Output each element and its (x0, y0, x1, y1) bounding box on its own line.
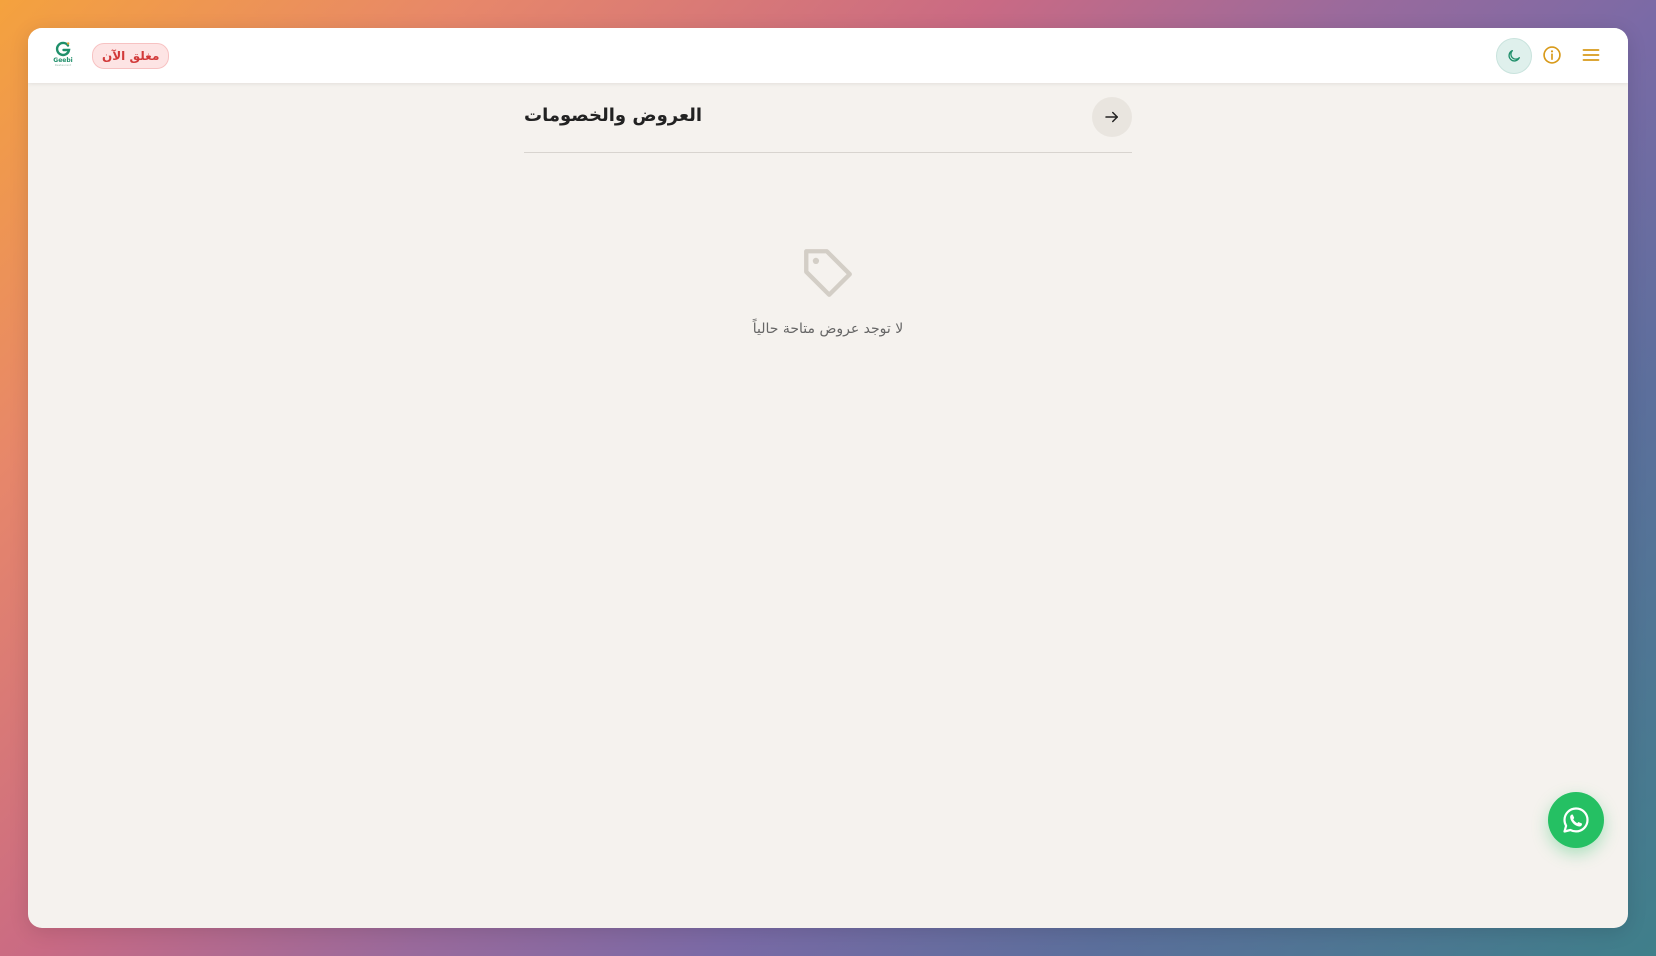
empty-state: لا توجد عروض متاحة حالياً (524, 243, 1132, 337)
hamburger-menu-icon (1582, 49, 1600, 61)
store-status-badge: مغلق الآن (92, 43, 170, 69)
page-header: العروض والخصومات (524, 83, 1132, 153)
info-icon (1543, 46, 1561, 64)
back-button[interactable] (1092, 97, 1132, 137)
info-button[interactable] (1541, 44, 1563, 66)
brand-logo[interactable]: Geebi Restaurant (52, 41, 74, 69)
page-title: العروض والخصومات (524, 105, 703, 126)
app-window: Geebi Restaurant مغلق الآن العروض والخصو… (28, 28, 1628, 928)
top-bar: Geebi Restaurant مغلق الآن (28, 28, 1628, 83)
whatsapp-icon (1563, 807, 1589, 833)
arrow-right-icon (1105, 111, 1118, 123)
tag-icon (798, 243, 858, 303)
theme-toggle-button[interactable] (1496, 38, 1532, 74)
menu-button[interactable] (1580, 44, 1602, 66)
whatsapp-button[interactable] (1548, 792, 1604, 848)
offers-page-content: العروض والخصومات لا توجد عروض متاحة حالي… (524, 83, 1132, 337)
logo-subtext: Restaurant (54, 63, 72, 67)
empty-state-message: لا توجد عروض متاحة حالياً (752, 321, 904, 337)
logo-mark-icon (55, 41, 71, 57)
moon-icon (1508, 50, 1520, 62)
